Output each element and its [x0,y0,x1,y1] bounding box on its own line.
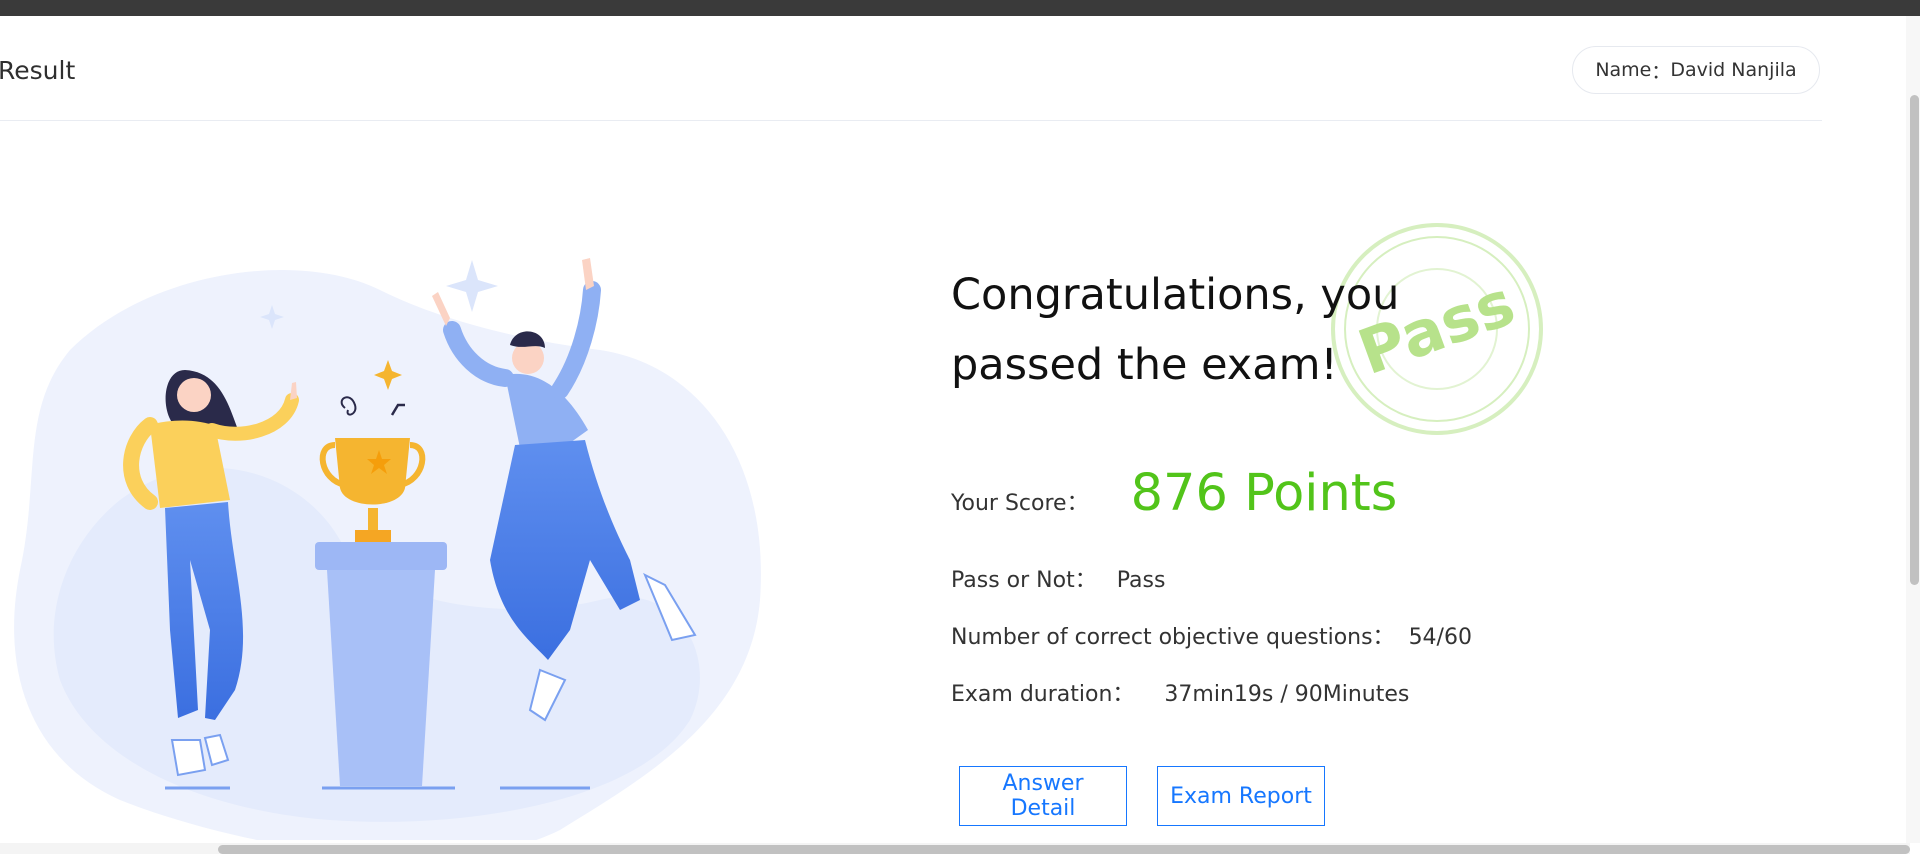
user-name-badge: Name： David Nanjila [1572,46,1820,94]
answer-detail-button[interactable]: Answer Detail [959,766,1127,826]
celebration-illustration [14,258,761,840]
score-row: Your Score： 876 Points [951,464,1397,523]
score-label: Your Score： [951,491,1089,516]
exam-report-button[interactable]: Exam Report [1157,766,1325,826]
name-separator: ： [1651,60,1671,83]
sparkle-icon [446,260,498,312]
pass-label: Pass or Not： [951,568,1097,593]
correct-label: Number of correct objective questions： [951,625,1395,650]
bubble-dot [145,296,177,328]
pass-row: Pass or Not： Pass [951,562,1165,594]
page-header: Result Name： David Nanjila [0,16,1822,121]
page-title: Result [0,56,76,85]
pedestal-top [315,542,447,570]
vertical-scrollbar-thumb[interactable] [1910,95,1919,585]
correct-row: Number of correct objective questions： 54… [951,619,1472,651]
horizontal-scrollbar-thumb[interactable] [218,845,1910,854]
result-panel: Congratulations, you passed the exam! Yo… [951,260,1651,850]
score-value: 876 Points [1130,464,1398,523]
duration-label: Exam duration： [951,682,1135,707]
duration-row: Exam duration： 37min19s / 90Minutes [951,676,1409,708]
browser-top-strip [0,0,1920,16]
duration-value: 37min19s / 90Minutes [1164,682,1410,707]
pass-value: Pass [1116,568,1166,593]
name-label: Name [1595,59,1652,81]
name-value: David Nanjila [1670,59,1797,81]
bubble-dot [39,414,57,432]
correct-value: 54/60 [1408,625,1472,650]
pedestal [327,570,435,786]
result-headline: Congratulations, you passed the exam! [951,270,1400,390]
